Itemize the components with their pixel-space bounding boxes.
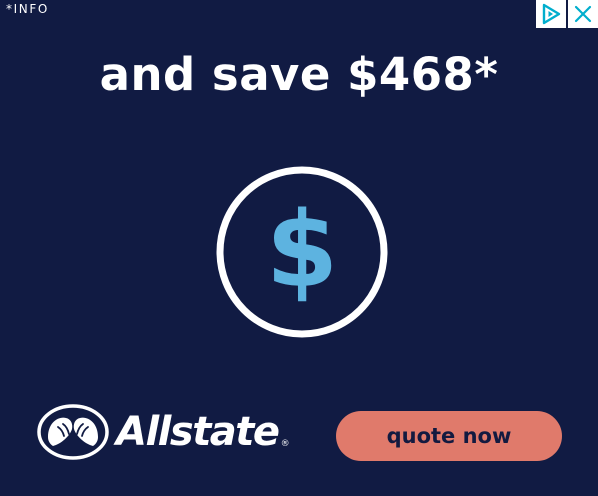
allstate-hands-logo-icon [37,404,109,460]
close-ad-button[interactable] [568,0,598,28]
adchoices-play-icon [542,3,561,25]
close-icon [574,5,592,23]
dollar-symbol: $ [266,189,338,311]
info-label[interactable]: *INFO [6,2,49,16]
registered-mark: ® [280,439,290,449]
dollar-circle-icon: $ [216,166,388,338]
ad-banner[interactable]: *INFO and save $468* $ Allstate ® quote … [0,0,598,496]
brand-name: Allstate [116,409,280,455]
adchoices-button[interactable] [536,0,566,28]
headline: and save $468* [99,48,499,101]
quote-now-button[interactable]: quote now [336,411,562,461]
ad-controls [536,0,598,28]
allstate-brand[interactable]: Allstate ® [36,403,290,461]
